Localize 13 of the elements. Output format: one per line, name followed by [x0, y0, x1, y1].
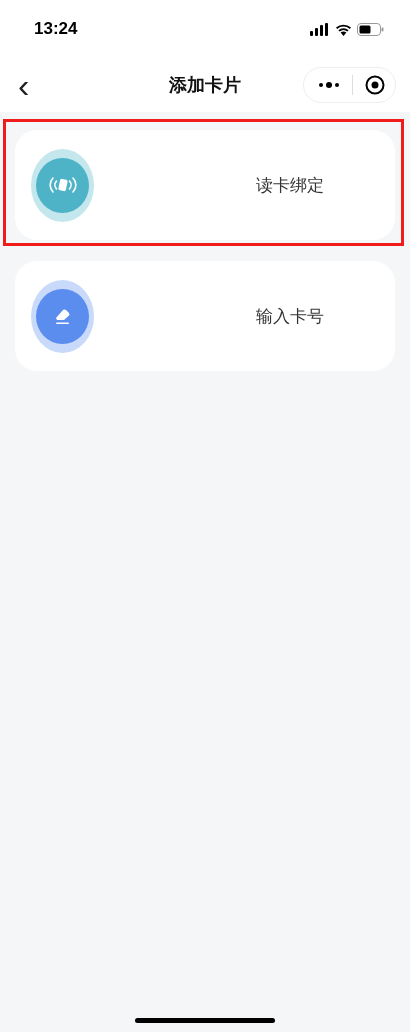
signal-icon: [310, 22, 330, 36]
option-label: 输入卡号: [256, 305, 324, 328]
option-card[interactable]: 读卡绑定: [15, 130, 395, 240]
option-card[interactable]: 输入卡号: [15, 261, 395, 371]
page-title: 添加卡片: [169, 74, 241, 97]
battery-icon: [357, 22, 384, 36]
back-button[interactable]: ‹: [14, 68, 34, 102]
close-icon[interactable]: [365, 75, 385, 95]
more-icon[interactable]: [318, 81, 340, 89]
nfc-card-icon: [48, 175, 77, 195]
option-label: 读卡绑定: [256, 174, 324, 197]
wifi-icon: [335, 22, 352, 36]
status-time: 13:24: [34, 19, 78, 39]
